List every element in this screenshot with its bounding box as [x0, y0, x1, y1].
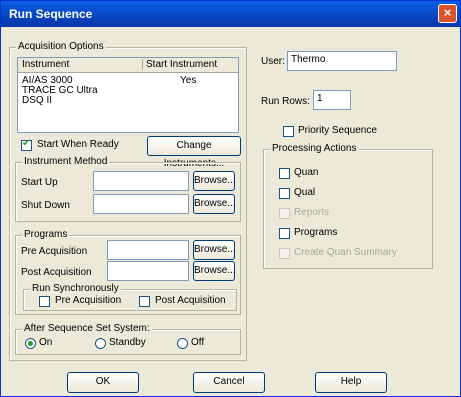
post-acquisition-label: Post Acquisition: [21, 267, 92, 278]
shut-down-label: Shut Down: [21, 200, 70, 211]
run-rows-label: Run Rows:: [261, 96, 310, 107]
pre-acquisition-browse-button[interactable]: Browse...: [193, 240, 236, 260]
quan-checkbox[interactable]: [279, 168, 290, 179]
acquisition-options-label: Acquisition Options: [16, 41, 106, 52]
window-title: Run Sequence: [9, 7, 93, 21]
start-up-input[interactable]: [93, 171, 189, 191]
after-sequence-on-label: On: [39, 337, 53, 348]
instrument-list-header: Instrument Start Instrument: [18, 58, 238, 73]
post-acquisition-input[interactable]: [107, 261, 189, 281]
help-button[interactable]: Help: [315, 372, 387, 393]
processing-actions-label: Processing Actions: [270, 143, 359, 154]
start-when-ready-label: Start When Ready: [37, 139, 119, 150]
reports-checkbox: [279, 208, 290, 219]
title-bar: Run Sequence ×: [1, 1, 460, 27]
change-instruments-button[interactable]: Change Instruments...: [147, 136, 241, 169]
user-label: User:: [261, 56, 285, 67]
shut-down-browse-button[interactable]: Browse...: [193, 194, 236, 214]
programs-label: Programs: [22, 229, 70, 240]
instrument-row-start: Yes: [180, 75, 197, 86]
sync-post-acquisition-checkbox[interactable]: [139, 296, 150, 307]
after-sequence-off-radio[interactable]: [177, 338, 188, 349]
close-icon[interactable]: ×: [438, 4, 457, 23]
sync-post-acquisition-label: Post Acquisition: [155, 295, 226, 306]
sync-pre-acquisition-checkbox[interactable]: [39, 296, 50, 307]
start-up-label: Start Up: [21, 177, 58, 188]
after-sequence-label: After Sequence Set System:: [22, 323, 152, 334]
programs-checkbox-label: Programs: [294, 227, 338, 238]
run-rows-input[interactable]: 1: [313, 90, 351, 110]
after-sequence-on-radio[interactable]: [25, 338, 36, 349]
column-instrument[interactable]: Instrument: [22, 59, 69, 70]
post-acquisition-browse-button[interactable]: Browse...: [193, 261, 236, 281]
run-synchronously-label: Run Synchronously: [30, 283, 121, 294]
after-sequence-standby-radio[interactable]: [95, 338, 106, 349]
priority-sequence-label: Priority Sequence: [298, 125, 377, 136]
sync-pre-acquisition-label: Pre Acquisition: [55, 295, 122, 306]
after-sequence-standby-label: Standby: [109, 337, 146, 348]
start-up-browse-button[interactable]: Browse...: [193, 171, 236, 191]
after-sequence-off-label: Off: [191, 337, 205, 348]
ok-button[interactable]: OK: [67, 372, 139, 393]
user-input[interactable]: Thermo: [287, 51, 397, 71]
pre-acquisition-input[interactable]: [107, 240, 189, 260]
column-start-instrument[interactable]: Start Instrument: [142, 59, 217, 70]
instrument-row-name[interactable]: DSQ II: [22, 95, 52, 106]
run-sequence-dialog: Run Sequence × Acquisition Options Instr…: [0, 0, 461, 397]
programs-checkbox[interactable]: [279, 228, 290, 239]
qual-checkbox[interactable]: [279, 188, 290, 199]
instrument-list[interactable]: Instrument Start Instrument AI/AS 3000 Y…: [17, 57, 239, 133]
reports-label: Reports: [294, 207, 330, 218]
instrument-method-label: Instrument Method: [22, 156, 110, 167]
shut-down-input[interactable]: [93, 194, 189, 214]
quan-label: Quan: [294, 167, 319, 178]
pre-acquisition-label: Pre Acquisition: [21, 246, 88, 257]
qual-label: Qual: [294, 187, 316, 198]
create-quan-summary-checkbox: [279, 248, 290, 259]
start-when-ready-checkbox[interactable]: [21, 138, 32, 151]
priority-sequence-checkbox[interactable]: [283, 126, 294, 137]
create-quan-summary-label: Create Quan Summary: [294, 247, 397, 258]
cancel-button[interactable]: Cancel: [193, 372, 265, 393]
